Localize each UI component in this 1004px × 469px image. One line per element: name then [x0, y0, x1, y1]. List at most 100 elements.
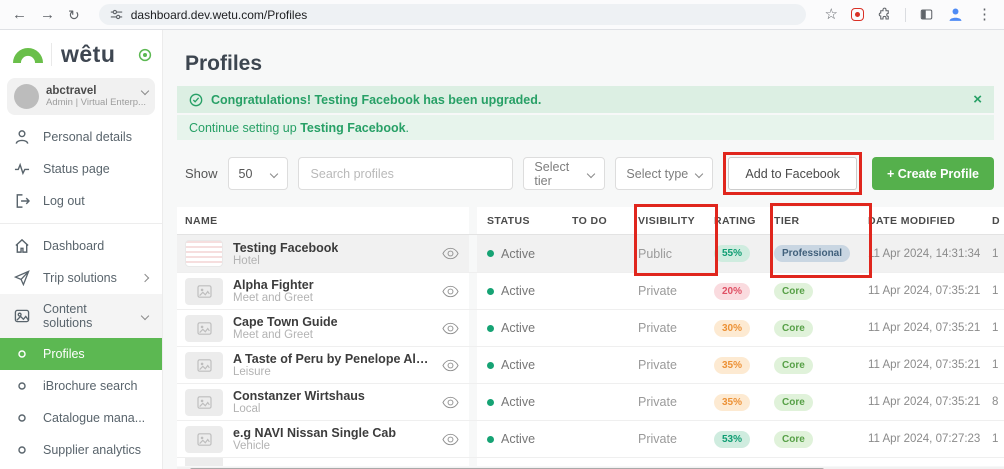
preview-eye-icon[interactable]	[442, 396, 459, 409]
sidebar-item-profiles[interactable]: Profiles	[0, 338, 162, 370]
table-row[interactable]: Testing Facebook Hotel Active Public 55%…	[177, 235, 1004, 272]
visibility-cell: Private	[638, 347, 714, 383]
status-dot-icon	[487, 362, 494, 369]
table-row[interactable]: Alpha Fighter Meet and Greet Active Priv…	[177, 272, 1004, 309]
table-row[interactable]: Constanzer Wirtshaus Local Active Privat…	[177, 383, 1004, 420]
site-settings-icon[interactable]	[110, 8, 123, 21]
sidebar-item-supplier-analytics[interactable]: Supplier analytics	[0, 434, 162, 466]
bookmark-star-icon[interactable]: ☆	[825, 7, 838, 22]
profile-thumbnail	[185, 426, 223, 453]
todo-cell	[572, 273, 638, 309]
chevron-down-icon	[269, 169, 277, 177]
profile-name[interactable]: Testing Facebook	[233, 241, 338, 255]
search-input[interactable]	[298, 157, 514, 190]
person-icon	[14, 129, 30, 145]
sidebar-item-label: Supplier analytics	[43, 443, 141, 457]
sidebar-item-status-page[interactable]: Status page	[0, 153, 162, 185]
status-text: Active	[501, 432, 535, 446]
menu-kebab-icon[interactable]: ⋮	[977, 7, 992, 22]
sidebar-item-log-out[interactable]: Log out	[0, 185, 162, 217]
todo-cell	[572, 384, 638, 420]
main-content: Profiles Congratulations! Testing Facebo…	[163, 30, 1004, 469]
column-header-visibility[interactable]: VISIBILITY	[638, 207, 714, 234]
user-card[interactable]: abctravel Admin | Virtual Enterp...	[7, 78, 155, 115]
column-gap	[469, 384, 477, 420]
profile-name[interactable]: Alpha Fighter	[233, 278, 314, 292]
image-placeholder-icon	[197, 433, 212, 446]
cutoff-cell: 1	[992, 235, 1004, 272]
column-header-date-modified[interactable]: DATE MODIFIED	[868, 207, 992, 234]
profile-type: Local	[233, 403, 365, 415]
status-text: Active	[501, 358, 535, 372]
preview-eye-icon[interactable]	[442, 359, 459, 372]
table-header: NAME STATUS TO DO VISIBILITY RATING TIER…	[177, 207, 1004, 235]
column-header-tier[interactable]: TIER	[774, 207, 868, 234]
table-row[interactable]: e.g NAVI Nissan Single Cab Vehicle Activ…	[177, 420, 1004, 457]
back-icon[interactable]: ←	[12, 7, 27, 22]
side-panel-icon[interactable]	[919, 7, 934, 22]
capture-indicator-icon[interactable]	[851, 8, 864, 21]
visibility-cell: Private	[638, 384, 714, 420]
cutoff-cell: 1	[992, 421, 1004, 457]
sidebar: wêtu abctravel Admin | Virtual Enterp...…	[0, 30, 163, 469]
tier-cell: Core	[774, 273, 868, 309]
rating-badge: 20%	[714, 283, 750, 300]
profile-type: Hotel	[233, 255, 338, 267]
preview-eye-icon[interactable]	[442, 285, 459, 298]
continue-link[interactable]: Testing Facebook	[300, 121, 405, 135]
image-placeholder-icon	[197, 285, 212, 298]
user-role: Admin | Virtual Enterp...	[46, 97, 148, 108]
close-icon[interactable]: ×	[973, 92, 982, 107]
visibility-cell: Public	[638, 235, 714, 272]
tier-badge: Core	[774, 283, 813, 300]
profile-thumbnail	[185, 457, 223, 466]
column-header-name[interactable]: NAME	[177, 207, 469, 234]
preview-eye-icon[interactable]	[442, 247, 459, 260]
create-profile-button[interactable]: + Create Profile	[872, 157, 994, 190]
column-header-cutoff[interactable]: D	[992, 207, 1004, 234]
profiles-table: NAME STATUS TO DO VISIBILITY RATING TIER…	[177, 207, 1004, 466]
profile-name[interactable]: Constanzer Wirtshaus	[233, 389, 365, 403]
preview-eye-icon[interactable]	[442, 322, 459, 335]
cutoff-cell: 8	[992, 384, 1004, 420]
success-text: Congratulations! Testing Facebook has be…	[211, 93, 541, 107]
column-header-status[interactable]: STATUS	[477, 207, 572, 234]
column-header-rating[interactable]: RATING	[714, 207, 774, 234]
sidebar-item-dashboard[interactable]: Dashboard	[0, 230, 162, 262]
profile-name[interactable]: Cape Town Guide	[233, 315, 338, 329]
tier-badge: Professional	[774, 245, 850, 262]
type-select[interactable]: Select type	[615, 157, 713, 190]
reload-icon[interactable]: ↻	[68, 8, 80, 22]
tier-select[interactable]: Select tier	[523, 157, 605, 190]
add-to-facebook-highlight: Add to Facebook	[723, 152, 862, 195]
preview-eye-icon[interactable]	[442, 433, 459, 446]
sidebar-toggle-icon[interactable]	[138, 48, 152, 62]
profile-thumbnail	[185, 315, 223, 342]
profile-avatar-icon[interactable]	[947, 6, 964, 23]
column-header-todo[interactable]: TO DO	[572, 207, 638, 234]
user-name: abctravel	[46, 85, 97, 97]
extensions-icon[interactable]	[877, 7, 892, 22]
sidebar-item-label: Trip solutions	[43, 271, 117, 285]
sidebar-item-label: Status page	[43, 162, 110, 176]
table-row[interactable]: Cape Town Guide Meet and Greet Active Pr…	[177, 309, 1004, 346]
profile-name-cell: Testing Facebook Hotel	[177, 235, 469, 272]
table-row[interactable]: A Taste of Peru by Penelope Alzamora Lei…	[177, 346, 1004, 383]
date-modified-cell: 11 Apr 2024, 07:35:21	[868, 273, 992, 309]
sidebar-item-content-solutions[interactable]: Content solutions	[0, 294, 162, 338]
tier-badge: Core	[774, 357, 813, 374]
page-size-select[interactable]: 50	[228, 157, 288, 190]
sidebar-item-trip-solutions[interactable]: Trip solutions	[0, 262, 162, 294]
profile-name[interactable]: A Taste of Peru by Penelope Alzamora	[233, 352, 432, 366]
sidebar-item-personal-details[interactable]: Personal details	[0, 121, 162, 153]
status-text: Active	[501, 321, 535, 335]
sidebar-item-ibrochure-search[interactable]: iBrochure search	[0, 370, 162, 402]
add-to-facebook-button[interactable]: Add to Facebook	[728, 157, 857, 190]
chevron-down-icon[interactable]	[141, 87, 149, 95]
profile-type: Meet and Greet	[233, 329, 338, 341]
url-bar[interactable]: dashboard.dev.wetu.com/Profiles	[99, 4, 806, 25]
forward-icon[interactable]: →	[40, 7, 55, 22]
sidebar-item-label: Profiles	[43, 347, 85, 361]
sidebar-item-catalogue-manager[interactable]: Catalogue mana...	[0, 402, 162, 434]
profile-name[interactable]: e.g NAVI Nissan Single Cab	[233, 426, 396, 440]
